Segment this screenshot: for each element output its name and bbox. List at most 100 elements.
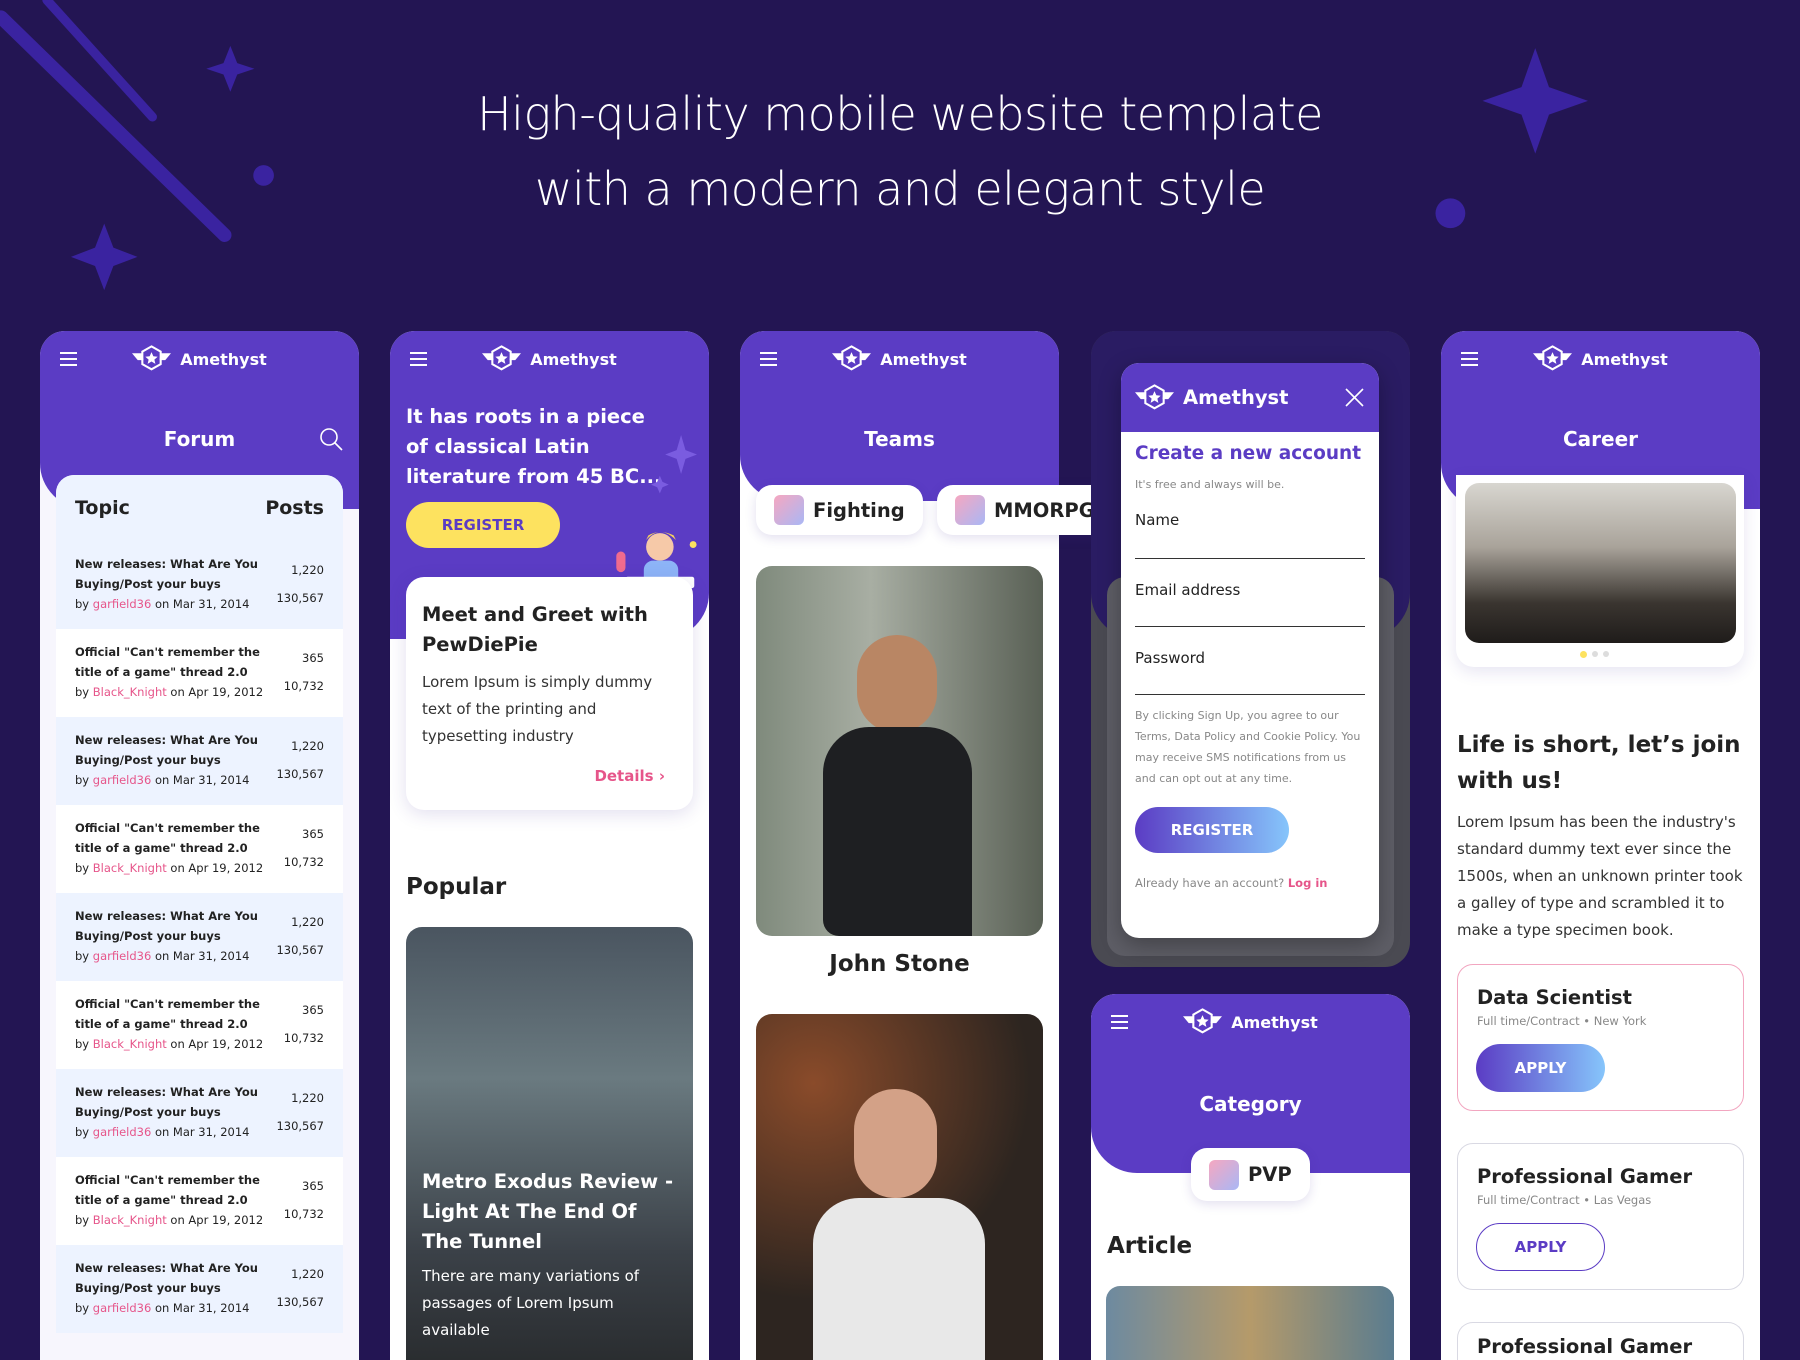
topic-title[interactable]: Official "Can't remember the title of a … [75, 642, 260, 682]
carousel-dots[interactable] [1580, 651, 1609, 658]
article-image[interactable] [1106, 1286, 1394, 1360]
article-card[interactable]: Metro Exodus Review - Light At The End O… [406, 927, 693, 1360]
table-row[interactable]: New releases: What Are You Buying/Post y… [56, 1069, 343, 1157]
logo-icon [1183, 1008, 1223, 1036]
home-screen: Amethyst It has roots in a piece of clas… [390, 331, 709, 1360]
topic-title[interactable]: New releases: What Are You Buying/Post y… [75, 906, 260, 946]
details-link[interactable]: Details › [594, 767, 665, 785]
by-label: by [75, 685, 90, 699]
job-card[interactable]: Professional Gamer Full time/Contract • … [1457, 1143, 1744, 1290]
table-row[interactable]: New releases: What Are You Buying/Post y… [56, 541, 343, 629]
author-link[interactable]: garfield36 [93, 949, 152, 963]
tab-mmorpg[interactable]: MMORPG [937, 485, 1113, 535]
apply-button[interactable]: APPLY [1476, 1223, 1605, 1271]
career-headline: Life is short, let’s join with us! [1457, 732, 1741, 794]
table-row[interactable]: New releases: What Are You Buying/Post y… [56, 1245, 343, 1333]
topic-title[interactable]: Official "Can't remember the title of a … [75, 818, 260, 858]
event-title: Meet and Greet with PewDiePie [422, 603, 648, 656]
table-row[interactable]: Official "Can't remember the title of a … [56, 1157, 343, 1245]
details-label: Details [594, 767, 654, 785]
showcase: High-quality mobile website template wit… [0, 0, 1800, 1360]
topic-title[interactable]: New releases: What Are You Buying/Post y… [75, 1082, 260, 1122]
photo-carousel[interactable] [1456, 475, 1744, 667]
logo-icon [132, 345, 172, 373]
post-date: on Apr 19, 2012 [170, 1037, 264, 1051]
author-link[interactable]: garfield36 [93, 773, 152, 787]
author-link[interactable]: Black_Knight [93, 1037, 167, 1051]
brand-name: Amethyst [1231, 1012, 1318, 1032]
brand[interactable]: Amethyst [740, 345, 1059, 373]
post-count: 130,567 [276, 943, 324, 957]
page-title: Category [1199, 1092, 1302, 1116]
by-label: by [75, 773, 90, 787]
author-link[interactable]: Black_Knight [93, 685, 167, 699]
brand[interactable]: Amethyst [390, 345, 709, 373]
topic-meta: by garfield36 on Mar 31, 2014 [75, 946, 260, 966]
topic-count: 365 [302, 1003, 324, 1017]
login-link[interactable]: Log in [1288, 876, 1328, 890]
topic-meta: by Black_Knight on Apr 19, 2012 [75, 1034, 263, 1054]
topic-title[interactable]: New releases: What Are You Buying/Post y… [75, 554, 260, 594]
register-button[interactable]: REGISTER [1135, 807, 1289, 853]
member-photo[interactable] [756, 1014, 1043, 1360]
table-row[interactable]: New releases: What Are You Buying/Post y… [56, 717, 343, 805]
topic-count: 1,220 [291, 915, 324, 929]
post-date: on Apr 19, 2012 [170, 861, 264, 875]
table-row[interactable]: New releases: What Are You Buying/Post y… [56, 893, 343, 981]
signup-screen: Amethyst Create a new account It's free … [1091, 331, 1410, 967]
topic-count: 1,220 [291, 739, 324, 753]
member-photo[interactable] [756, 566, 1043, 936]
event-card[interactable]: Meet and Greet with PewDiePie Lorem Ipsu… [406, 577, 693, 810]
page-title: Career [1562, 427, 1639, 451]
author-link[interactable]: garfield36 [93, 597, 152, 611]
event-description: Lorem Ipsum is simply dummy text of the … [422, 673, 653, 745]
pill-label: PVP [1248, 1163, 1292, 1186]
post-count: 130,567 [276, 591, 324, 605]
topic-title[interactable]: Official "Can't remember the title of a … [75, 994, 260, 1034]
office-photo [1465, 483, 1736, 643]
job-card[interactable]: Data Scientist Full time/Contract • New … [1457, 964, 1744, 1111]
brand[interactable]: Amethyst [40, 345, 359, 373]
login-prompt-text: Already have an account? [1135, 876, 1285, 890]
post-count: 130,567 [276, 767, 324, 781]
brand[interactable]: Amethyst [1441, 345, 1760, 373]
brand[interactable]: Amethyst [1091, 1008, 1410, 1036]
name-field[interactable]: Name [1135, 491, 1365, 559]
job-title: Professional Gamer [1477, 1165, 1693, 1188]
member-name: John Stone [829, 951, 970, 977]
register-button[interactable]: REGISTER [406, 502, 560, 548]
author-link[interactable]: Black_Knight [93, 1213, 167, 1227]
headline: It has roots in a piece of classical Lat… [406, 405, 662, 488]
search-icon[interactable] [319, 427, 344, 452]
topic-meta: by garfield36 on Mar 31, 2014 [75, 594, 260, 614]
by-label: by [75, 1037, 90, 1051]
table-row[interactable]: Official "Can't remember the title of a … [56, 805, 343, 893]
topic-title[interactable]: New releases: What Are You Buying/Post y… [75, 1258, 260, 1298]
logo-icon [482, 345, 522, 373]
author-link[interactable]: garfield36 [93, 1125, 152, 1139]
topic-title[interactable]: Official "Can't remember the title of a … [75, 1170, 260, 1210]
topic-title[interactable]: New releases: What Are You Buying/Post y… [75, 730, 260, 770]
password-field[interactable]: Password [1135, 627, 1365, 695]
by-label: by [75, 1213, 90, 1227]
author-link[interactable]: garfield36 [93, 1301, 152, 1315]
tab-fighting[interactable]: Fighting [756, 485, 923, 535]
post-date: on Mar 31, 2014 [154, 597, 250, 611]
mmorpg-icon [955, 495, 985, 525]
table-row[interactable]: Official "Can't remember the title of a … [56, 981, 343, 1069]
modal-header: Amethyst [1121, 363, 1379, 432]
column-topic: Topic [75, 497, 130, 519]
job-title: Data Scientist [1477, 986, 1632, 1009]
logo-icon [1533, 345, 1573, 373]
email-field[interactable]: Email address [1135, 559, 1365, 627]
by-label: by [75, 949, 90, 963]
table-row[interactable]: Official "Can't remember the title of a … [56, 629, 343, 717]
teams-screen: Amethyst Teams Fighting MMORPG John Ston… [740, 331, 1113, 1360]
close-icon[interactable] [1344, 387, 1365, 408]
apply-button[interactable]: APPLY [1476, 1044, 1605, 1092]
category-pill-pvp[interactable]: PVP [1191, 1148, 1310, 1201]
brand-name: Amethyst [1581, 349, 1668, 369]
by-label: by [75, 1301, 90, 1315]
job-card[interactable]: Professional Gamer [1457, 1322, 1744, 1360]
author-link[interactable]: Black_Knight [93, 861, 167, 875]
